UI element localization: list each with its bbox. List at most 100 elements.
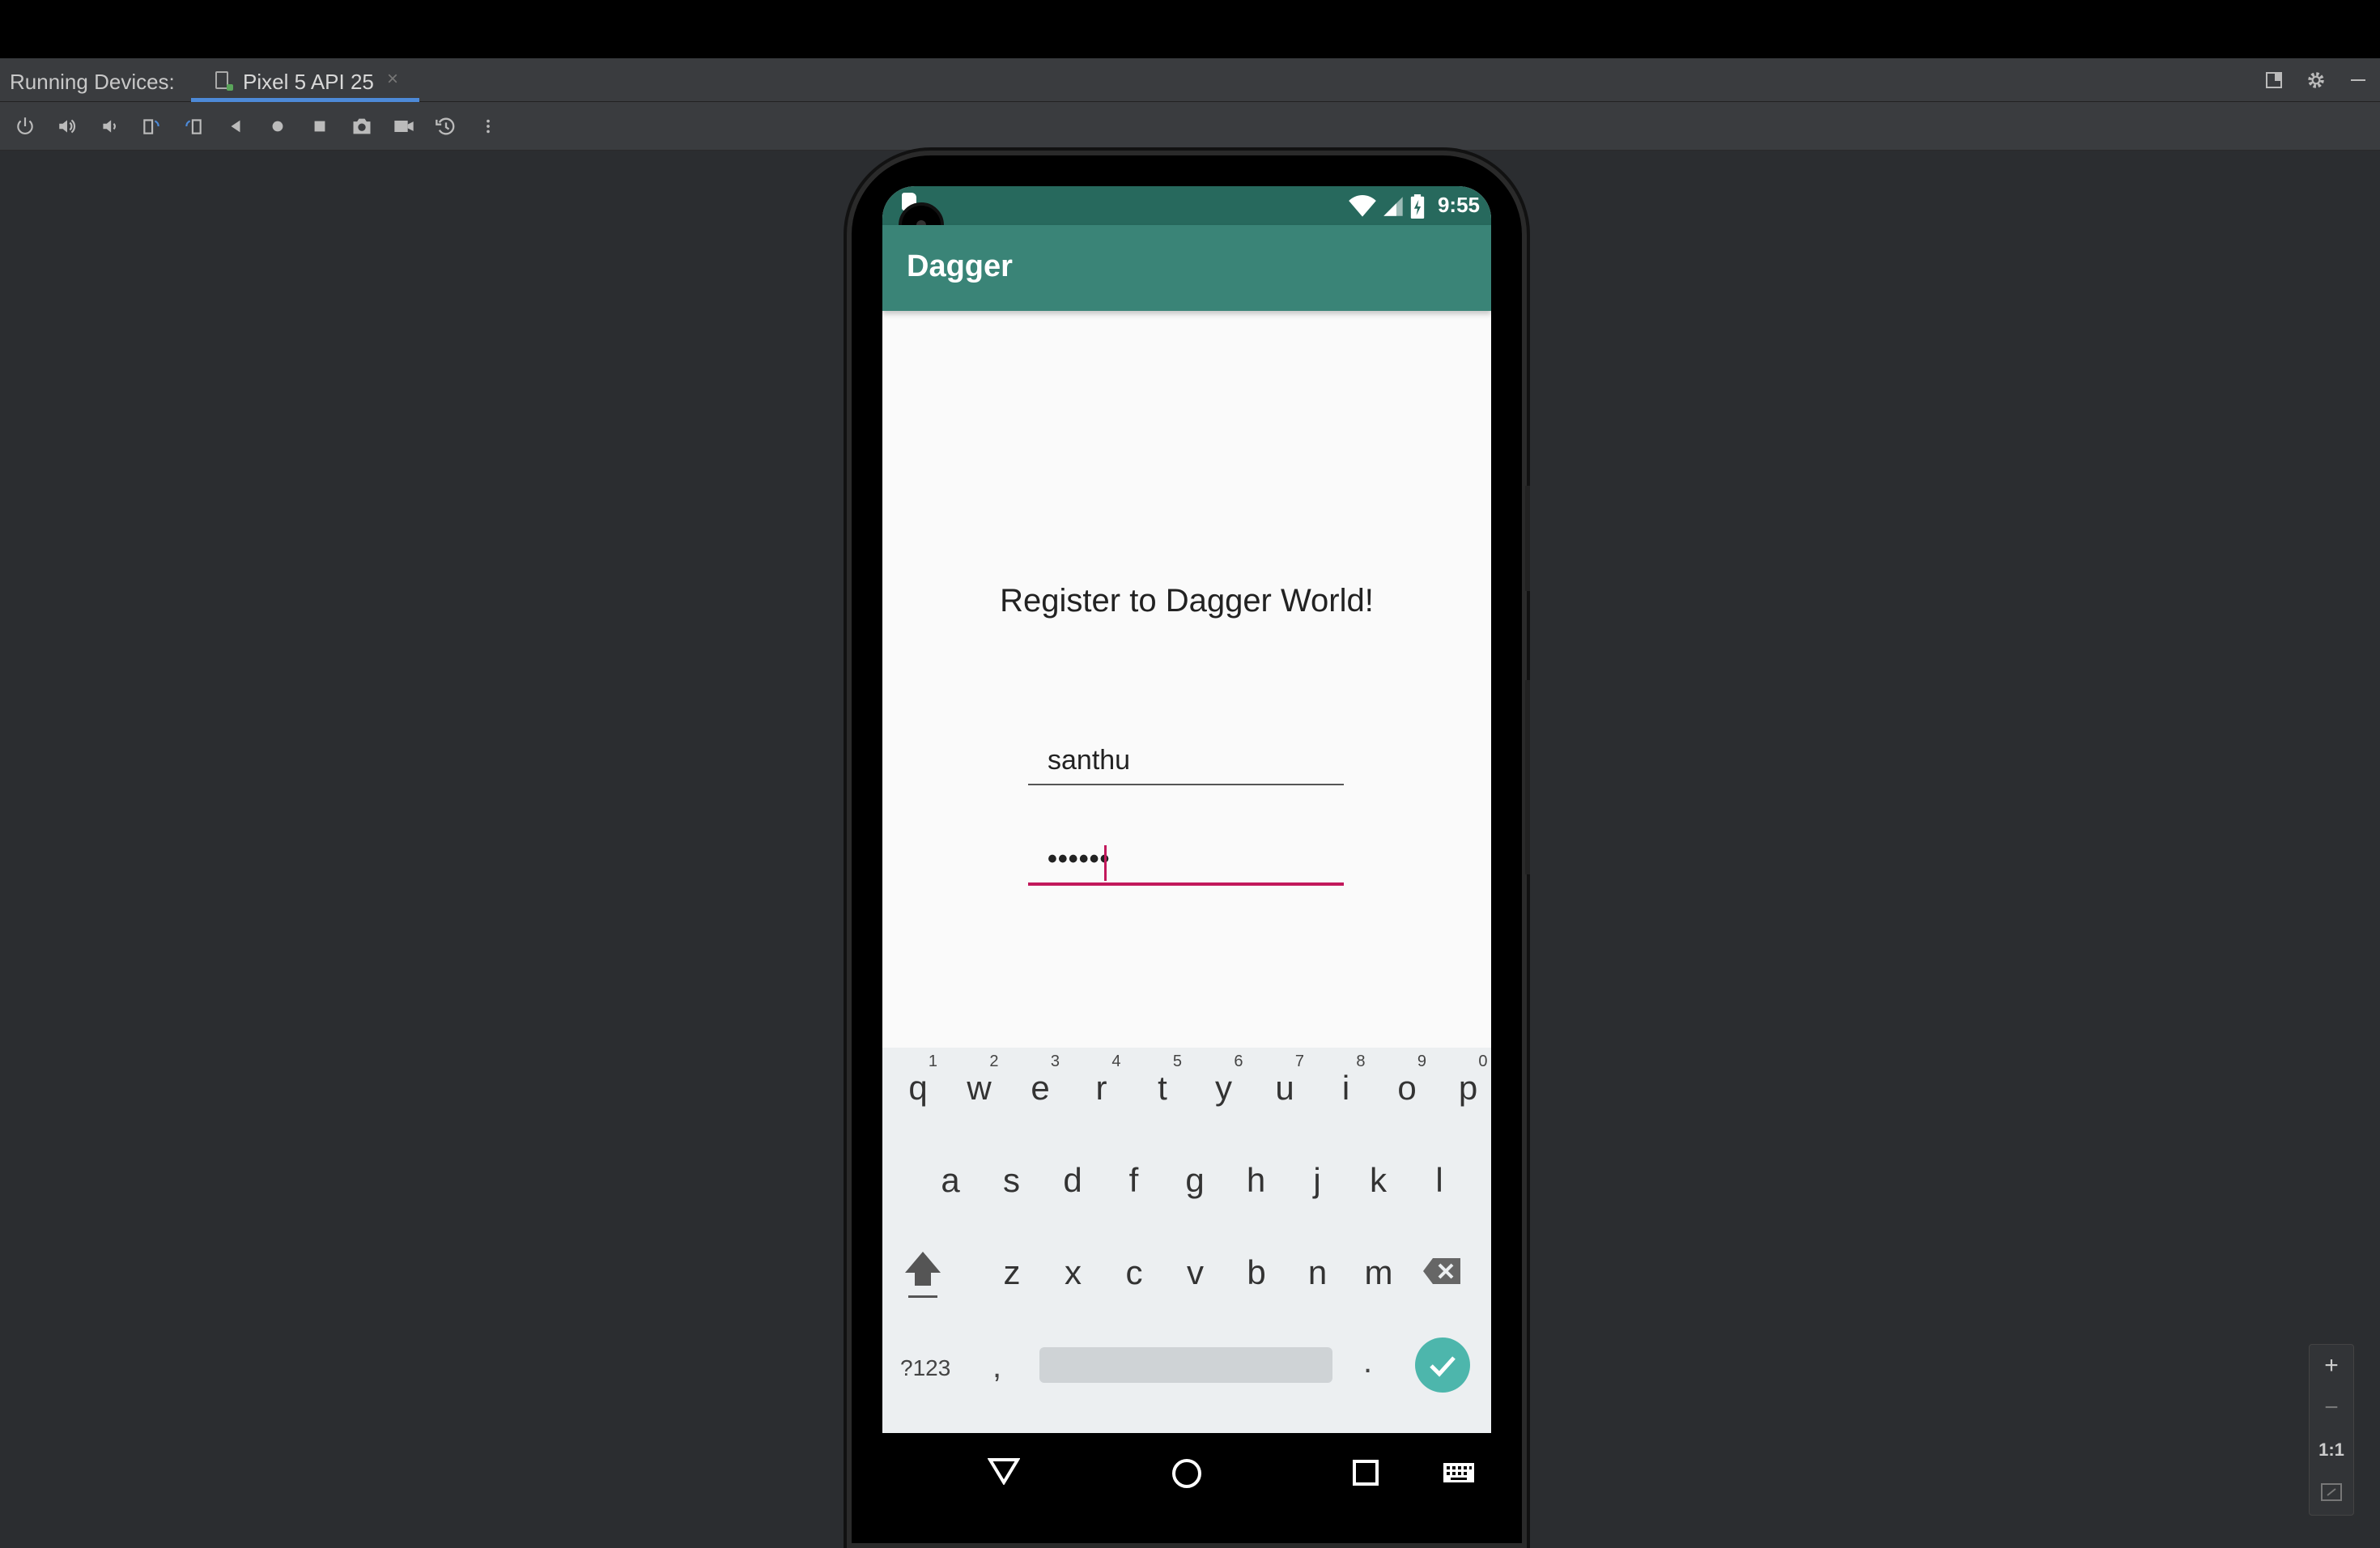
comma-key[interactable]: , (992, 1349, 1001, 1385)
key-e[interactable]: 3e (1011, 1048, 1069, 1129)
keyboard-row-4: ?123 , . (882, 1325, 1491, 1414)
key-w[interactable]: 2w (950, 1048, 1009, 1129)
device-tab-label: Pixel 5 API 25 (243, 70, 374, 94)
key-d[interactable]: d (1043, 1140, 1102, 1221)
key-a[interactable]: a (921, 1140, 980, 1221)
minimize-icon[interactable] (2348, 70, 2369, 91)
key-u[interactable]: 7u (1256, 1048, 1314, 1129)
key-j[interactable]: j (1288, 1140, 1346, 1221)
key-n[interactable]: n (1289, 1232, 1347, 1313)
zoom-controls: + − 1:1 (2309, 1344, 2354, 1516)
key-label: a (941, 1161, 960, 1199)
key-v[interactable]: v (1167, 1232, 1225, 1313)
snapshot-icon[interactable] (434, 114, 458, 138)
key-label: e (1031, 1069, 1050, 1107)
overview-icon[interactable] (308, 114, 332, 138)
key-h[interactable]: h (1227, 1140, 1286, 1221)
password-value: •••••• (1048, 844, 1111, 874)
zoom-in-button[interactable]: + (2310, 1345, 2353, 1387)
key-label: l (1435, 1161, 1443, 1199)
screen-record-icon[interactable] (392, 114, 416, 138)
key-f[interactable]: f (1105, 1140, 1163, 1221)
key-label: p (1458, 1069, 1478, 1107)
rotate-left-icon[interactable] (139, 114, 164, 138)
key-z[interactable]: z (983, 1232, 1041, 1313)
key-m[interactable]: m (1349, 1232, 1408, 1313)
keyboard-row-2: a s d fghj k l (882, 1140, 1491, 1229)
close-tab-icon[interactable]: × (387, 68, 398, 91)
key-l[interactable]: l (1410, 1140, 1468, 1221)
key-q[interactable]: 1q (889, 1048, 947, 1129)
device-tab[interactable]: Pixel 5 API 25 × (191, 58, 419, 102)
enter-key[interactable] (1415, 1337, 1470, 1393)
soft-keyboard: 1q2w3e4r5t6y7u8i9o0p a s d f g h j k l z x c v b nm ?… (882, 1048, 1491, 1433)
key-k[interactable]: k (1349, 1140, 1408, 1221)
key-label: v (1187, 1253, 1204, 1291)
fit-screen-icon (2321, 1483, 2342, 1501)
check-icon (1430, 1356, 1456, 1377)
key-label: y (1215, 1069, 1232, 1107)
key-x[interactable]: x (1044, 1232, 1103, 1313)
status-bar: 9:55 (882, 186, 1491, 225)
key-label: t (1158, 1069, 1167, 1107)
key-label: r (1095, 1069, 1107, 1107)
emulator-toolbar (0, 102, 2380, 151)
nav-home-icon[interactable] (1171, 1457, 1203, 1494)
username-field[interactable]: santhu (1028, 737, 1344, 785)
nav-back-icon[interactable] (987, 1457, 1021, 1489)
key-b[interactable]: b (1227, 1232, 1286, 1313)
key-label: m (1364, 1253, 1393, 1291)
key-label: j (1313, 1161, 1321, 1199)
phone-side-button (1525, 486, 1530, 591)
power-icon[interactable] (13, 114, 37, 138)
shift-icon (905, 1252, 941, 1298)
backspace-key[interactable] (1422, 1257, 1462, 1286)
key-g[interactable]: g (1166, 1140, 1224, 1221)
key-label: q (908, 1069, 928, 1107)
more-options-icon[interactable] (476, 114, 500, 138)
signal-icon (1383, 195, 1404, 222)
keyboard-row-3: z x c v b nm (882, 1232, 1491, 1321)
app-title: Dagger (907, 249, 1013, 283)
home-icon[interactable] (266, 114, 290, 138)
symbols-key[interactable]: ?123 (900, 1355, 950, 1381)
wifi-icon (1349, 195, 1376, 222)
key-o[interactable]: 9o (1378, 1048, 1436, 1129)
window-top-bar (0, 0, 2380, 58)
app-bar: Dagger (882, 225, 1491, 311)
backspace-icon (1423, 1258, 1460, 1284)
key-label: n (1307, 1253, 1328, 1291)
space-key[interactable] (1039, 1347, 1332, 1383)
volume-up-icon[interactable] (55, 114, 79, 138)
battery-icon (1410, 194, 1425, 223)
key-label: f (1128, 1161, 1139, 1199)
key-r[interactable]: 4r (1073, 1048, 1131, 1129)
key-p[interactable]: 0p (1439, 1048, 1492, 1129)
gear-icon[interactable] (2306, 70, 2327, 91)
key-i[interactable]: 8i (1317, 1048, 1375, 1129)
running-devices-tabbar: Running Devices: Pixel 5 API 25 × (0, 58, 2380, 102)
key-y[interactable]: 6y (1195, 1048, 1253, 1129)
actual-size-button[interactable]: 1:1 (2310, 1429, 2353, 1471)
zoom-out-button[interactable]: − (2310, 1387, 2353, 1429)
fit-screen-button[interactable] (2310, 1471, 2353, 1513)
key-t[interactable]: 5t (1133, 1048, 1192, 1129)
key-label: k (1370, 1161, 1387, 1199)
key-label: d (1063, 1161, 1082, 1199)
shift-key[interactable] (900, 1248, 946, 1305)
keyboard-switch-icon[interactable] (1443, 1462, 1475, 1487)
key-s[interactable]: s (983, 1140, 1041, 1221)
layout-icon[interactable] (2263, 70, 2284, 91)
password-field[interactable]: •••••• (1028, 834, 1344, 886)
key-c[interactable]: c (1105, 1232, 1163, 1313)
username-value: santhu (1048, 745, 1131, 776)
rotate-right-icon[interactable] (181, 114, 206, 138)
back-icon[interactable] (223, 114, 248, 138)
period-key[interactable]: . (1363, 1344, 1372, 1380)
volume-down-icon[interactable] (97, 114, 121, 138)
nav-recents-icon[interactable] (1352, 1459, 1379, 1491)
key-label: s (1003, 1161, 1020, 1199)
status-time: 9:55 (1437, 193, 1480, 217)
key-label: w (967, 1069, 992, 1107)
camera-icon[interactable] (350, 114, 374, 138)
